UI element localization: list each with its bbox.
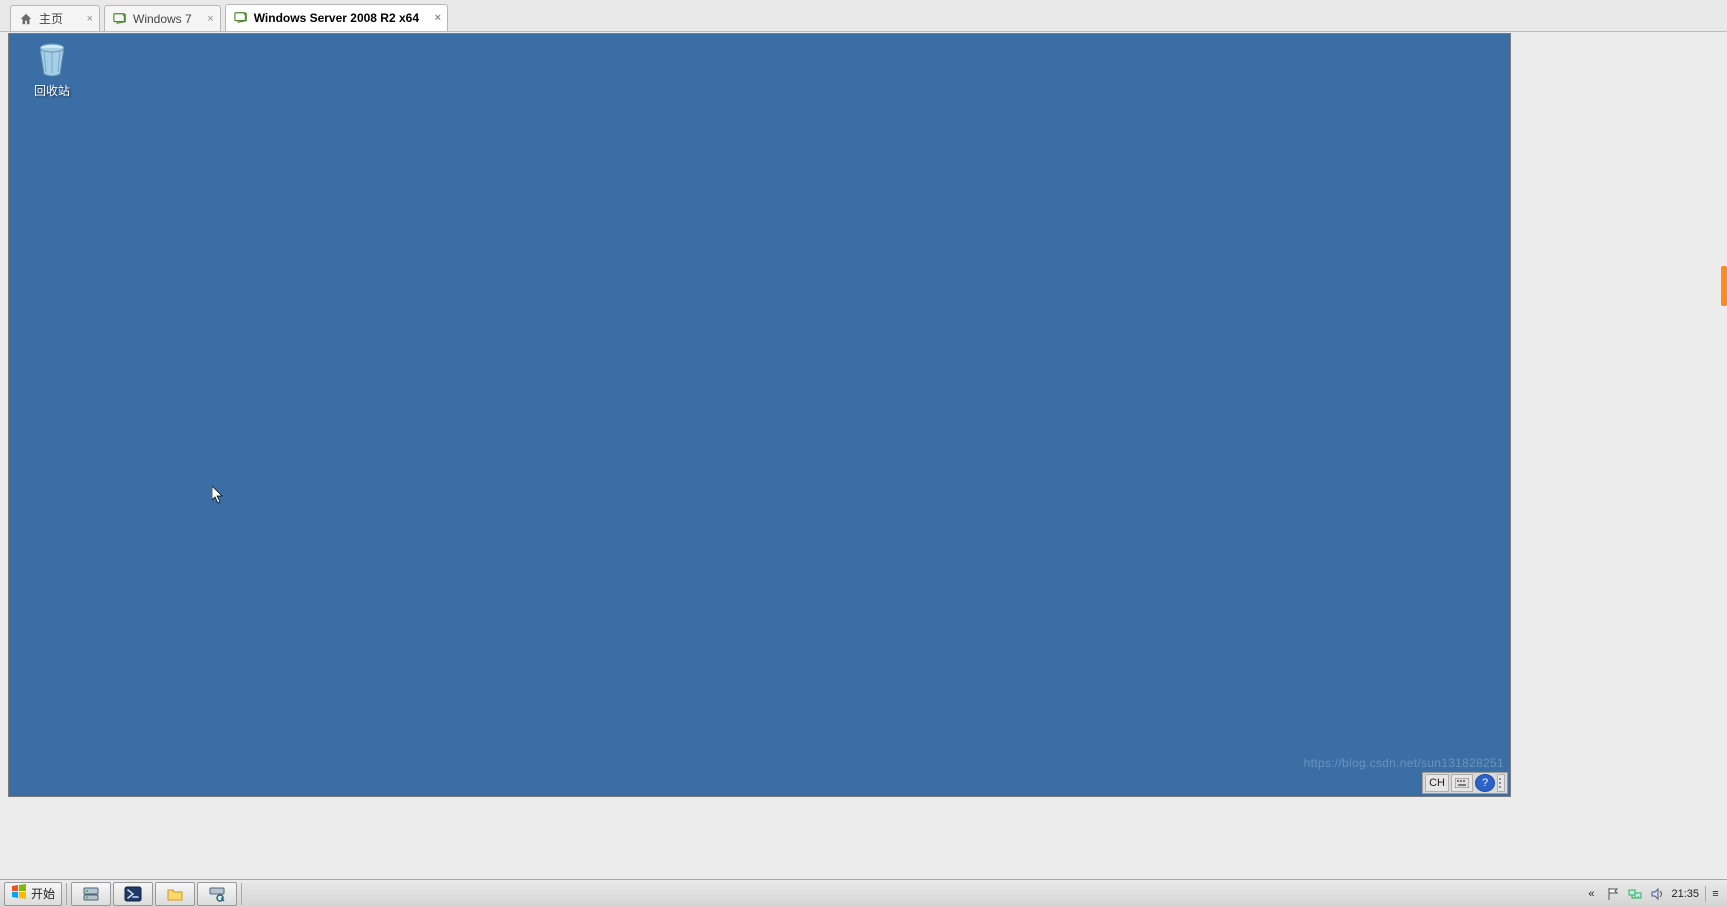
tray-clock[interactable]: 21:35 [1671, 888, 1699, 900]
guest-cursor-icon [212, 486, 224, 504]
close-icon[interactable]: × [87, 13, 93, 25]
tools-icon[interactable] [197, 882, 237, 906]
tab-windows7[interactable]: Windows 7 × [104, 5, 221, 31]
ime-language-bar[interactable]: CH ? [1422, 772, 1508, 794]
desktop-icon-recycle-bin[interactable]: 回收站 [15, 40, 89, 99]
tab-windows-server-2008[interactable]: Windows Server 2008 R2 x64 × [225, 4, 448, 31]
tab-label: Windows Server 2008 R2 x64 [254, 11, 419, 25]
windows-logo-icon [11, 884, 27, 903]
guest-taskbar: 开始 « 21:35 ≡ [0, 879, 1727, 907]
help-icon[interactable]: ? [1475, 774, 1495, 792]
vm-icon [234, 11, 248, 25]
network-icon[interactable] [1627, 886, 1643, 902]
start-label: 开始 [31, 885, 55, 902]
ime-lang-label: CH [1429, 777, 1445, 789]
home-icon [19, 12, 33, 26]
flag-icon[interactable] [1605, 886, 1621, 902]
close-icon[interactable]: × [207, 13, 213, 25]
grip-icon[interactable] [1497, 774, 1505, 792]
ime-lang-button[interactable]: CH [1425, 774, 1449, 792]
recycle-bin-icon [32, 40, 72, 80]
volume-icon[interactable] [1649, 886, 1665, 902]
keyboard-icon[interactable] [1451, 774, 1473, 792]
server-manager-icon[interactable] [71, 882, 111, 906]
tab-label: Windows 7 [133, 12, 192, 26]
tray-chevron-icon[interactable]: « [1583, 886, 1599, 902]
show-desktop-button[interactable]: ≡ [1705, 886, 1721, 902]
powershell-icon[interactable] [113, 882, 153, 906]
taskbar-separator [66, 883, 67, 905]
start-button[interactable]: 开始 [4, 882, 62, 906]
right-orange-grip[interactable] [1721, 266, 1727, 306]
tab-home[interactable]: 主页 × [10, 5, 100, 31]
taskbar-separator [241, 883, 242, 905]
explorer-icon[interactable] [155, 882, 195, 906]
vm-tab-bar: 主页 × Windows 7 × Windows Server 2008 R2 … [0, 0, 1727, 32]
desktop-icon-label: 回收站 [15, 82, 89, 99]
guest-desktop[interactable]: 回收站 CH ? https://blog.csdn.net/sun131828… [8, 33, 1511, 797]
system-tray: « 21:35 ≡ [1583, 886, 1727, 902]
vm-icon [113, 12, 127, 26]
close-icon[interactable]: × [435, 12, 441, 24]
watermark-text: https://blog.csdn.net/sun131828251 [1304, 756, 1504, 770]
tab-label: 主页 [39, 10, 63, 27]
